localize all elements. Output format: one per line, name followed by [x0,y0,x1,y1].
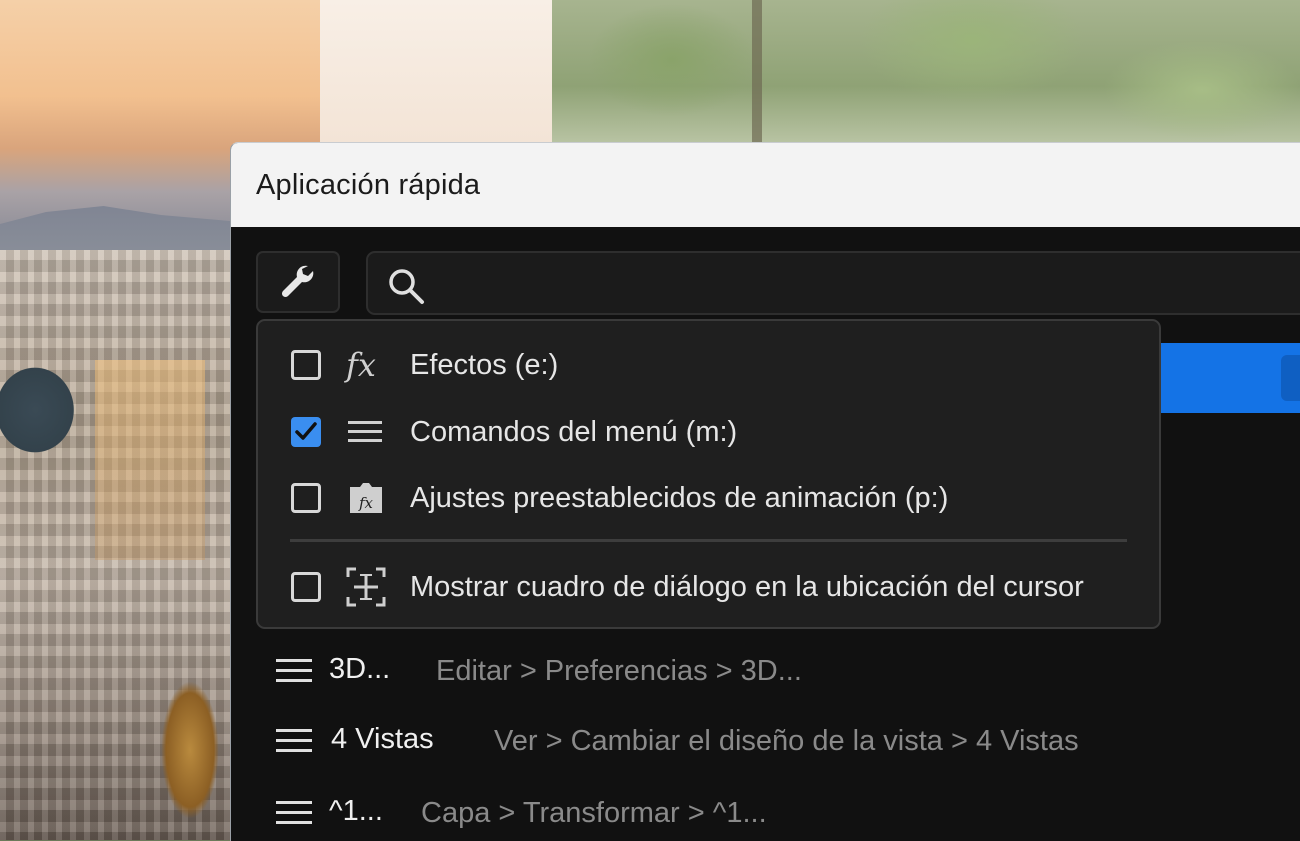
title-bar[interactable]: Aplicación rápida [231,143,1300,227]
wallpaper-statue [150,650,230,840]
result-name: ^1... [329,795,383,827]
option-cursor-location[interactable]: Mostrar cuadro de diálogo en la ubicació… [258,557,1159,617]
result-row[interactable]: 3D... Editar > Preferencias > 3D... [231,641,1300,701]
wallpaper-trees [552,0,1300,144]
fx-icon: fx [344,343,388,387]
wallpaper-tree-trunk [752,0,762,144]
filter-item-label: Comandos del menú (m:) [410,415,738,448]
result-name: 4 Vistas [331,723,434,755]
result-name: 3D... [329,653,391,685]
menu-commands-checkbox[interactable] [291,417,321,447]
filter-item-menu-commands[interactable]: Comandos del menú (m:) [258,402,1159,462]
animation-preset-icon: fx [344,476,388,520]
cursor-location-checkbox[interactable] [291,572,321,602]
menu-lines-icon [276,729,312,752]
wallpaper-haze [320,0,552,144]
wallpaper-dome [0,350,90,500]
effects-checkbox[interactable] [291,350,321,380]
filter-item-label: Efectos (e:) [410,348,559,381]
result-row[interactable]: ^1... Capa > Transformar > ^1... [231,783,1300,841]
svg-text:fx: fx [358,494,374,512]
filter-item-label: Ajustes preestablecidos de animación (p:… [410,481,949,514]
filter-menu: fx Efectos (e:) Comandos del menú (m:) f… [256,319,1161,629]
cursor-location-icon [344,565,388,609]
animation-presets-checkbox[interactable] [291,483,321,513]
menu-lines-icon [344,410,388,454]
svg-text:fx: fx [344,346,376,384]
option-label: Mostrar cuadro de diálogo en la ubicació… [410,570,1084,603]
result-path: Capa > Transformar > ^1... [421,797,767,829]
window-title: Aplicación rápida [256,169,481,201]
wallpaper-building [95,360,205,560]
toolbar [231,227,1300,317]
filter-item-animation-presets[interactable]: fx Ajustes preestablecidos de animación … [258,468,1159,528]
menu-lines-icon [276,801,312,824]
settings-button[interactable] [256,251,340,313]
result-path: Editar > Preferencias > 3D... [436,655,802,687]
menu-lines-icon [276,659,312,682]
search-icon [389,269,424,304]
wrench-icon [281,265,314,298]
result-row[interactable]: 4 Vistas Ver > Cambiar el diseño de la v… [231,711,1300,771]
search-input[interactable] [366,251,1300,315]
menu-divider [290,539,1127,542]
quick-apply-dialog: Aplicación rápida 3D... Editar > Prefere… [230,142,1300,841]
result-shortcut-badge [1281,355,1300,401]
filter-item-effects[interactable]: fx Efectos (e:) [258,335,1159,395]
result-path: Ver > Cambiar el diseño de la vista > 4 … [494,725,1079,757]
